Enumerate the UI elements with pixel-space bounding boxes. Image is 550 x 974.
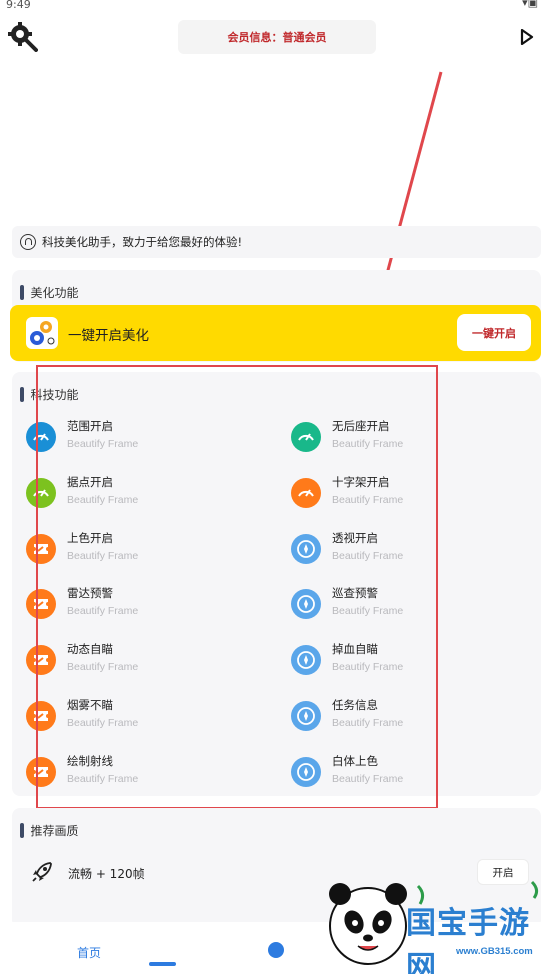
one-key-enable-button[interactable]: 一键开启 [457,314,531,351]
gears-icon [26,317,58,349]
watermark-url: www.GB315.com [456,946,533,957]
bell-icon [20,234,36,250]
rocket-icon [30,860,54,884]
beautify-section-title: 美化功能 [20,284,79,301]
section-bar [20,387,24,402]
smooth-120fps-label: 流畅 + 120帧 [68,867,145,881]
nav-home-tab[interactable]: 首页 [77,944,101,961]
recommend-section-label: 推荐画质 [30,824,79,838]
notice-text: 科技美化助手，致力于给您最好的体验! [42,235,243,249]
notice-bar: 科技美化助手，致力于给您最好的体验! [12,226,541,258]
recommend-section-title: 推荐画质 [20,822,79,839]
nav-active-indicator [149,962,176,966]
beautify-section-label: 美化功能 [30,286,79,300]
section-bar [20,285,24,300]
watermark-brand: 国宝手游网 [406,906,530,974]
nav-tool-icon[interactable] [268,942,284,958]
one-key-beautify-row: 一键开启美化 一键开启 [10,305,541,361]
annotation-highlight-frame [36,365,438,809]
section-bar [20,823,24,838]
one-key-label: 一键开启美化 [68,328,149,344]
